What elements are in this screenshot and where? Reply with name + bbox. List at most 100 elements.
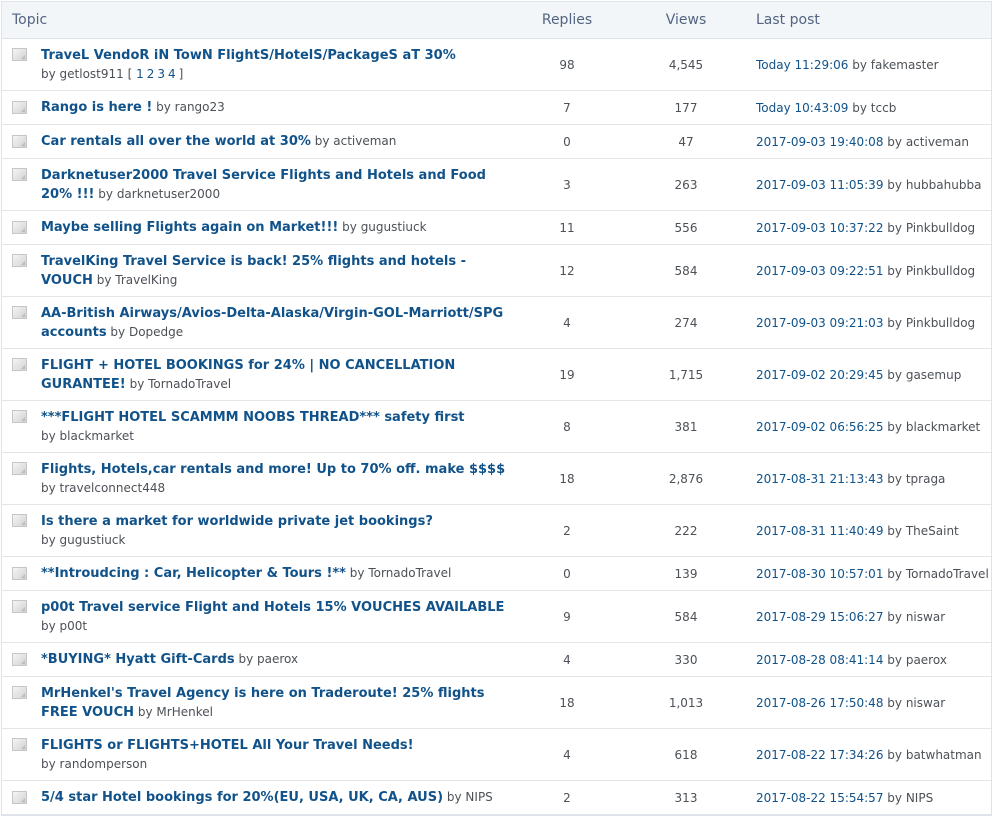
last-post-user-link[interactable]: hubbahubba: [906, 178, 982, 192]
topic-title-link[interactable]: Is there a market for worldwide private …: [41, 514, 433, 529]
last-post-time-link[interactable]: 2017-09-03 11:05:39: [756, 178, 883, 192]
by-label: by: [41, 619, 56, 633]
last-post-time-link[interactable]: 2017-08-29 15:06:27: [756, 610, 883, 624]
topic-author-link[interactable]: randomperson: [60, 757, 148, 771]
topic-title-link[interactable]: *BUYING* Hyatt Gift-Cards: [41, 652, 235, 667]
topic-title-link[interactable]: MrHenkel's Travel Agency is here on Trad…: [41, 686, 485, 701]
topic-author-link[interactable]: getlost911: [60, 67, 124, 81]
topic-title-link[interactable]: FLIGHTS or FLIGHTS+HOTEL All Your Travel…: [41, 738, 414, 753]
last-post-time-link[interactable]: 2017-08-28 08:41:14: [756, 653, 883, 667]
page-link[interactable]: 1: [136, 67, 144, 81]
topic-author-link[interactable]: blackmarket: [60, 429, 134, 443]
last-post-time-link[interactable]: 2017-09-02 06:56:25: [756, 420, 883, 434]
topic-author-link[interactable]: TornadoTravel: [368, 566, 451, 580]
topic-title-link[interactable]: TravelKing Travel Service is back! 25% f…: [41, 254, 466, 269]
topic-line: by getlost911 [ 1 2 3 4]: [41, 65, 456, 83]
topic-title-link[interactable]: 20% !!!: [41, 187, 94, 202]
topic-title-link[interactable]: accounts: [41, 325, 107, 340]
topic-row: ***FLIGHT HOTEL SCAMMM NOOBS THREAD*** s…: [2, 401, 991, 453]
last-post-user-link[interactable]: Pinkbulldog: [906, 221, 975, 235]
replies-count: 7: [563, 100, 571, 115]
topic-read-icon: [12, 462, 27, 475]
last-post-time-link[interactable]: 2017-08-31 21:13:43: [756, 472, 883, 486]
topic-author-link[interactable]: Dopedge: [129, 325, 183, 339]
last-post-user-link[interactable]: NIPS: [906, 791, 933, 805]
topic-title-link[interactable]: p00t Travel service Flight and Hotels 15…: [41, 600, 504, 615]
topic-body: *BUYING* Hyatt Gift-Cards by paerox: [41, 650, 298, 669]
header-views: Views: [665, 12, 707, 28]
replies-count: 2: [563, 523, 571, 538]
topic-author-link[interactable]: gugustiuck: [361, 220, 427, 234]
last-post-user-link[interactable]: batwhatman: [906, 748, 982, 762]
topic-title-link[interactable]: Darknetuser2000 Travel Service Flights a…: [41, 168, 486, 183]
topic-title-link[interactable]: Rango is here !: [41, 100, 152, 115]
topic-title-link[interactable]: GURANTEE!: [41, 377, 126, 392]
topic-body: MrHenkel's Travel Agency is here on Trad…: [41, 684, 485, 722]
last-post-time-link[interactable]: 2017-09-03 09:21:03: [756, 316, 883, 330]
last-post-user-link[interactable]: TheSaint: [906, 524, 959, 538]
topic-author-link[interactable]: paerox: [257, 652, 298, 666]
last-post-user-link[interactable]: fakemaster: [871, 58, 939, 72]
topic-author-link[interactable]: TornadoTravel: [148, 377, 231, 391]
last-post-cell: 2017-09-03 19:40:08 by activeman: [756, 135, 991, 149]
page-link[interactable]: 3: [157, 67, 165, 81]
page-link[interactable]: 2: [147, 67, 155, 81]
last-post-user-link[interactable]: activeman: [906, 135, 969, 149]
topic-title-link[interactable]: AA-British Airways/Avios-Delta-Alaska/Vi…: [41, 306, 503, 321]
last-post-time-link[interactable]: 2017-08-22 15:54:57: [756, 791, 883, 805]
last-post-time-link[interactable]: 2017-08-22 17:34:26: [756, 748, 883, 762]
topic-title-link[interactable]: TraveL VendoR iN TowN FlightS/HotelS/Pac…: [41, 48, 456, 63]
topic-title-link[interactable]: Car rentals all over the world at 30%: [41, 134, 311, 149]
topic-title-link[interactable]: Flights, Hotels,car rentals and more! Up…: [41, 462, 505, 477]
topic-title-link[interactable]: ***FLIGHT HOTEL SCAMMM NOOBS THREAD*** s…: [41, 410, 465, 425]
topic-author-link[interactable]: rango23: [175, 100, 225, 114]
last-post-time-link[interactable]: 2017-08-30 10:57:01: [756, 567, 883, 581]
topic-body: FLIGHT + HOTEL BOOKINGS for 24% | NO CAN…: [41, 356, 455, 394]
topic-title-link[interactable]: FLIGHT + HOTEL BOOKINGS for 24% | NO CAN…: [41, 358, 455, 373]
last-post-time-link[interactable]: Today 11:29:06: [756, 58, 848, 72]
last-post-time-link[interactable]: 2017-08-31 11:40:49: [756, 524, 883, 538]
last-post-time-link[interactable]: Today 10:43:09: [756, 101, 848, 115]
topic-title-link[interactable]: FREE VOUCH: [41, 705, 134, 720]
replies-count: 4: [563, 747, 571, 762]
last-post-time-link[interactable]: 2017-09-03 10:37:22: [756, 221, 883, 235]
replies-count: 4: [563, 315, 571, 330]
last-post-user-link[interactable]: niswar: [906, 696, 945, 710]
topic-author-link[interactable]: activeman: [333, 134, 396, 148]
last-post-user-link[interactable]: Pinkbulldog: [906, 316, 975, 330]
topic-title-link[interactable]: Maybe selling Flights again on Market!!!: [41, 220, 338, 235]
by-label: by: [41, 67, 56, 81]
last-post-user-link[interactable]: blackmarket: [906, 420, 980, 434]
last-post-user-link[interactable]: tccb: [871, 101, 897, 115]
last-post-time-link[interactable]: 2017-09-02 20:29:45: [756, 368, 883, 382]
last-post-user-link[interactable]: niswar: [906, 610, 945, 624]
last-post-user-link[interactable]: paerox: [906, 653, 947, 667]
topic-author-link[interactable]: NIPS: [465, 790, 492, 804]
topic-author-link[interactable]: MrHenkel: [156, 705, 213, 719]
topic-title-link[interactable]: **Introudcing : Car, Helicopter & Tours …: [41, 566, 346, 581]
last-post-time-link[interactable]: 2017-09-03 09:22:51: [756, 264, 883, 278]
topic-line: by randomperson: [41, 755, 414, 773]
last-post-user-link[interactable]: tpraga: [906, 472, 946, 486]
topic-author-link[interactable]: gugustiuck: [60, 533, 126, 547]
last-post-user-link[interactable]: gasemup: [906, 368, 962, 382]
topic-author-link[interactable]: TravelKing: [115, 273, 177, 287]
last-post-user-link[interactable]: Pinkbulldog: [906, 264, 975, 278]
page-link[interactable]: 4: [168, 67, 176, 81]
topic-author-link[interactable]: darknetuser2000: [117, 187, 220, 201]
topic-author-link[interactable]: p00t: [60, 619, 88, 633]
last-post-time-link[interactable]: 2017-09-03 19:40:08: [756, 135, 883, 149]
last-post-cell: 2017-09-03 10:37:22 by Pinkbulldog: [756, 221, 991, 235]
last-post-user-link[interactable]: TornadoTravel: [906, 567, 989, 581]
topic-row: 5/4 star Hotel bookings for 20%(EU, USA,…: [2, 781, 991, 815]
topic-author-line: by getlost911: [41, 67, 124, 81]
last-post-time-link[interactable]: 2017-08-26 17:50:48: [756, 696, 883, 710]
by-label: by: [129, 376, 145, 391]
topic-title-link[interactable]: VOUCH: [41, 273, 93, 288]
topic-title-link[interactable]: 5/4 star Hotel bookings for 20%(EU, USA,…: [41, 790, 443, 805]
last-post-cell: 2017-08-22 17:34:26 by batwhatman: [756, 748, 991, 762]
views-count: 222: [674, 523, 698, 538]
topic-author-link[interactable]: travelconnect448: [60, 481, 166, 495]
by-label: by: [887, 523, 902, 538]
topic-line: by blackmarket: [41, 427, 465, 445]
